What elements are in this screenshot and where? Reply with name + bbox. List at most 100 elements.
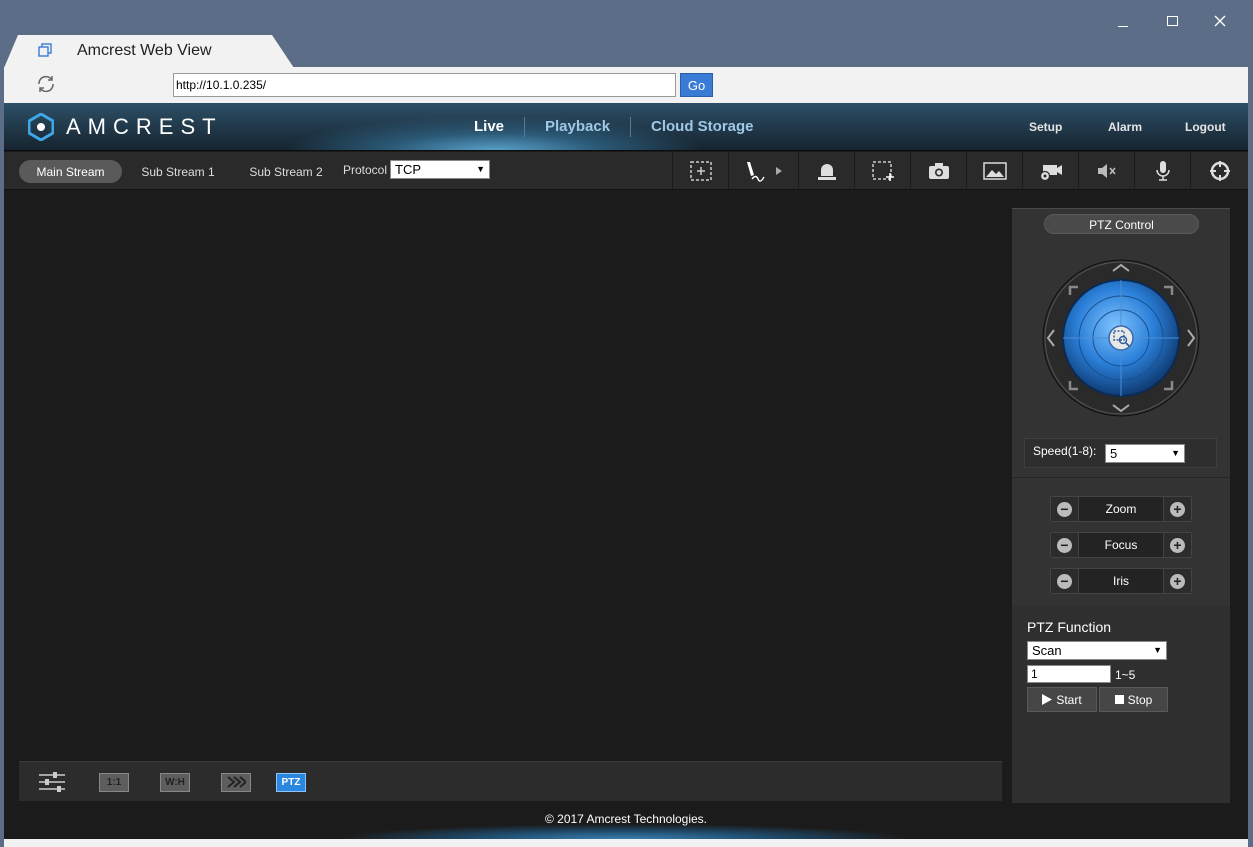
ptz-control-title: PTZ Control [1044, 214, 1199, 234]
logo-text: AMCREST [66, 114, 223, 139]
amcrest-logo-icon [28, 113, 54, 141]
url-input[interactable] [173, 73, 676, 97]
stop-icon [1114, 695, 1124, 704]
close-icon [1214, 15, 1226, 27]
microphone-icon [1155, 161, 1170, 181]
amcrest-logo: AMCREST [28, 113, 223, 141]
focus-control: − Focus + [1050, 532, 1192, 558]
focus-plus-button[interactable]: + [1163, 533, 1191, 557]
dropdown-arrow-icon: ▼ [1171, 448, 1180, 458]
video-bottom-bar: 1:1 W:H PTZ [19, 761, 1002, 801]
record-button[interactable] [1022, 152, 1078, 190]
logout-link[interactable]: Logout [1185, 120, 1226, 134]
app-footer: © 2017 Amcrest Technologies. [4, 803, 1248, 839]
tab-title: Amcrest Web View [77, 42, 212, 59]
minus-icon: − [1057, 501, 1072, 517]
digital-zoom-button[interactable] [672, 152, 728, 190]
window-bottom-edge [4, 839, 1248, 847]
dropdown-arrow-icon: ▼ [1153, 645, 1162, 655]
sliders-icon [39, 772, 65, 792]
region-select-button[interactable] [854, 152, 910, 190]
close-button[interactable] [1200, 8, 1240, 34]
alarm-link[interactable]: Alarm [1108, 120, 1142, 134]
iris-label: Iris [1113, 574, 1129, 588]
alarm-bell-icon [817, 164, 836, 180]
focus-minus-button[interactable]: − [1051, 533, 1079, 557]
start-button[interactable]: Start [1027, 687, 1097, 712]
nav-separator [524, 117, 525, 137]
maximize-icon [1166, 16, 1178, 26]
record-icon [1039, 165, 1062, 182]
image-adjust-button[interactable] [37, 772, 67, 792]
snapshot-camera-icon [928, 163, 949, 179]
minus-icon: − [1057, 573, 1072, 589]
target-button[interactable] [1190, 152, 1248, 190]
image-icon [982, 162, 1007, 180]
nav-live[interactable]: Live [474, 118, 504, 135]
iris-minus-button[interactable]: − [1051, 569, 1079, 593]
ptz-function-value: Scan [1032, 643, 1062, 658]
ptz-panel: PTZ Control Speed(1-8): 5 ▼ − Zoom + − F… [1012, 208, 1230, 805]
live-video-area[interactable] [4, 191, 1008, 839]
ptz-function-title: PTZ Function [1027, 619, 1112, 635]
amcrest-app: AMCREST Live Playback Cloud Storage Setu… [4, 103, 1248, 839]
ptz-joystick[interactable] [1042, 259, 1200, 417]
caret-right-icon [775, 167, 782, 175]
plus-icon: + [1170, 537, 1185, 553]
image-button[interactable] [966, 152, 1022, 190]
app-header: AMCREST Live Playback Cloud Storage Setu… [4, 103, 1248, 151]
speed-row: Speed(1-8): 5 ▼ [1024, 438, 1217, 468]
protocol-label: Protocol [343, 163, 388, 177]
sub-stream-1-button[interactable]: Sub Stream 1 [129, 160, 227, 183]
sub-stream-2-button[interactable]: Sub Stream 2 [236, 160, 336, 183]
digital-zoom-icon [689, 161, 712, 181]
ratio-wh-button[interactable]: W:H [160, 772, 190, 792]
play-icon [1042, 694, 1053, 705]
protocol-select[interactable]: TCP ▼ [390, 160, 490, 179]
iris-control: − Iris + [1050, 568, 1192, 594]
target-icon [1209, 161, 1230, 181]
speed-value: 5 [1110, 446, 1118, 461]
draw-icon [746, 162, 765, 182]
mute-icon [1097, 164, 1116, 178]
mute-button[interactable] [1078, 152, 1134, 190]
zoom-control: − Zoom + [1050, 496, 1192, 522]
plus-icon: + [1170, 573, 1185, 589]
snapshot-button[interactable] [910, 152, 966, 190]
nav-separator [630, 117, 631, 137]
speed-select[interactable]: 5 ▼ [1105, 444, 1185, 463]
reload-icon[interactable] [35, 73, 57, 95]
iris-plus-button[interactable]: + [1163, 569, 1191, 593]
zoom-label: Zoom [1105, 502, 1137, 516]
divider [1012, 477, 1230, 478]
nav-playback[interactable]: Playback [545, 118, 610, 135]
ptz-function-select[interactable]: Scan ▼ [1027, 641, 1167, 660]
go-button[interactable]: Go [680, 73, 713, 97]
ptz-function-number-input[interactable] [1027, 665, 1111, 683]
stop-button[interactable]: Stop [1099, 687, 1168, 712]
draw-button[interactable] [728, 152, 794, 190]
main-stream-button[interactable]: Main Stream [19, 160, 122, 183]
alarm-bell-button[interactable] [798, 152, 854, 190]
ptz-toggle-button[interactable]: PTZ [276, 772, 306, 792]
ratio-1-1-button[interactable]: 1:1 [99, 772, 129, 792]
fluency-button[interactable] [221, 772, 251, 792]
minus-icon: − [1057, 537, 1072, 553]
dropdown-arrow-icon: ▼ [476, 164, 485, 174]
nav-cloud-storage[interactable]: Cloud Storage [651, 118, 754, 135]
minimize-icon [1118, 25, 1128, 27]
zoom-out-button[interactable]: − [1051, 497, 1079, 521]
ratio-1-1-label: 1:1 [99, 772, 129, 792]
microphone-button[interactable] [1134, 152, 1190, 190]
restore-window-icon [38, 43, 52, 57]
ptz-toggle-label: PTZ [276, 772, 306, 792]
ptz-function-range: 1~5 [1115, 668, 1136, 682]
setup-link[interactable]: Setup [1029, 120, 1062, 134]
maximize-button[interactable] [1152, 8, 1192, 34]
stop-label: Stop [1127, 692, 1153, 707]
zoom-in-button[interactable]: + [1163, 497, 1191, 521]
focus-label: Focus [1104, 538, 1138, 552]
region-select-icon [871, 161, 894, 181]
speed-label: Speed(1-8): [1033, 444, 1097, 458]
minimize-button[interactable] [1103, 8, 1143, 34]
